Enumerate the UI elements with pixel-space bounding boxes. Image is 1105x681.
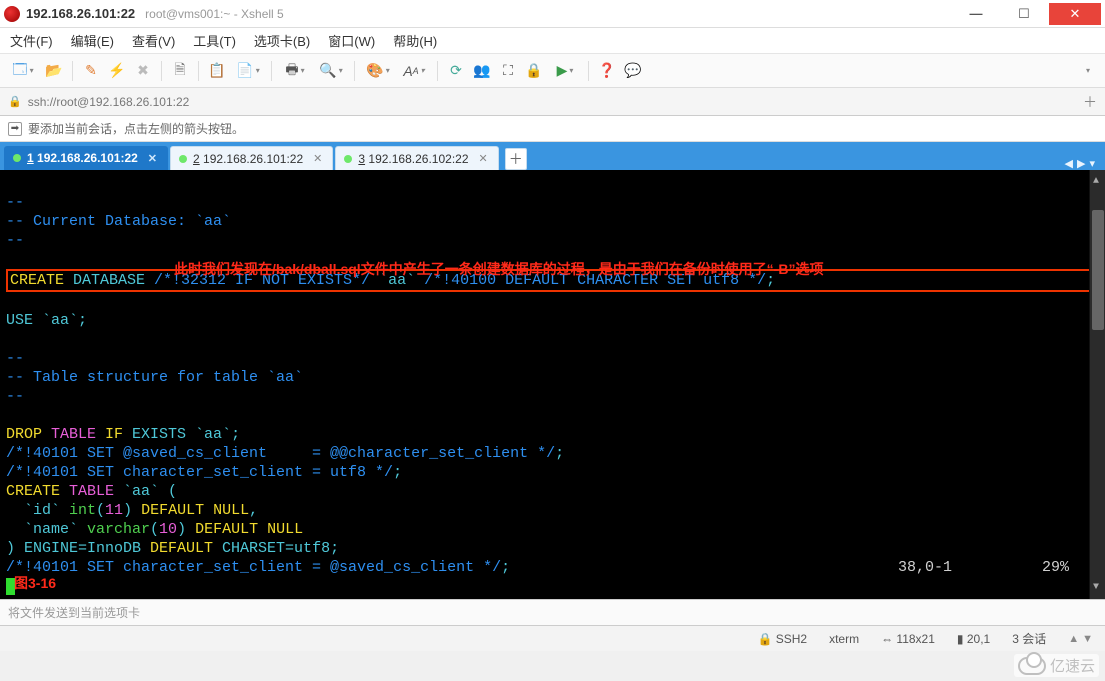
menu-edit[interactable]: 编辑(E) bbox=[71, 31, 114, 50]
separator bbox=[588, 61, 589, 81]
tab-label: 1 192.168.26.101:22 bbox=[27, 151, 138, 165]
status-size: ⇔ 118x21 bbox=[881, 632, 935, 646]
window-title-sub: root@vms001:~ - Xshell 5 bbox=[145, 7, 284, 21]
menu-tabs[interactable]: 选项卡(B) bbox=[254, 31, 310, 50]
users-button[interactable]: 👥 bbox=[470, 59, 494, 83]
status-termtype: xterm bbox=[829, 632, 859, 646]
separator bbox=[161, 61, 162, 81]
disconnect-button[interactable]: ✖ bbox=[131, 59, 155, 83]
window-title-ip: 192.168.26.101:22 bbox=[26, 6, 135, 21]
figure-caption: 图3-16 bbox=[14, 574, 56, 593]
status-cursor: ▮ 20,1 bbox=[957, 632, 990, 646]
hint-arrow-icon[interactable]: ➡ bbox=[8, 122, 22, 136]
command-input-bar[interactable]: 将文件发送到当前选项卡 bbox=[0, 599, 1105, 625]
status-dot-icon bbox=[179, 155, 187, 163]
toolbar-more-button[interactable]: ▾ bbox=[1075, 59, 1099, 83]
terminal-scrollbar[interactable]: ▲ ▼ bbox=[1089, 170, 1105, 599]
tab-label: 2 192.168.26.101:22 bbox=[193, 152, 303, 166]
minimize-button[interactable] bbox=[953, 3, 999, 25]
close-button[interactable] bbox=[1049, 3, 1101, 25]
hint-text: 要添加当前会话，点击左侧的箭头按钮。 bbox=[28, 120, 244, 137]
search-button[interactable]: 🔍▾ bbox=[314, 59, 348, 83]
lock-icon: 🔒 bbox=[8, 95, 22, 108]
fullscreen-button[interactable]: ⛶ bbox=[496, 59, 520, 83]
connect-button[interactable]: ⚡ bbox=[105, 59, 129, 83]
tab-label: 3 192.168.26.102:22 bbox=[358, 152, 468, 166]
watermark: 亿速云 bbox=[1014, 654, 1099, 677]
tab-next-icon[interactable]: ▶ bbox=[1077, 157, 1085, 170]
separator bbox=[437, 61, 438, 81]
tabs-navigation: ◀ ▶ ▾ bbox=[1065, 157, 1101, 170]
scroll-up-icon[interactable]: ▲ bbox=[1093, 172, 1099, 191]
status-protocol: 🔒 SSH2 bbox=[757, 632, 807, 646]
status-dot-icon bbox=[344, 155, 352, 163]
command-hint: 将文件发送到当前选项卡 bbox=[8, 604, 140, 621]
open-button[interactable]: 📂 bbox=[42, 59, 66, 83]
window-controls bbox=[951, 3, 1101, 25]
tab-menu-icon[interactable]: ▾ bbox=[1089, 157, 1095, 170]
app-icon bbox=[4, 6, 20, 22]
color-button[interactable]: 🎨▾ bbox=[361, 59, 395, 83]
tab-close-icon[interactable]: ✕ bbox=[148, 152, 157, 165]
new-session-button[interactable]: 🗔▾ bbox=[6, 59, 40, 83]
properties-button[interactable]: 🗎 bbox=[168, 59, 192, 83]
session-tab-3[interactable]: 3 192.168.26.102:22 ✕ bbox=[335, 146, 498, 170]
tabs-bar: 1 192.168.26.101:22 ✕ 2 192.168.26.101:2… bbox=[0, 142, 1105, 170]
session-tab-1[interactable]: 1 192.168.26.101:22 ✕ bbox=[4, 146, 168, 170]
terminal-status: 38,0-1 29% bbox=[898, 558, 1069, 577]
title-bar: 192.168.26.101:22 root@vms001:~ - Xshell… bbox=[0, 0, 1105, 28]
print-button[interactable]: 🖶▾ bbox=[278, 59, 312, 83]
maximize-button[interactable] bbox=[1001, 3, 1047, 25]
separator bbox=[198, 61, 199, 81]
menu-tools[interactable]: 工具(T) bbox=[193, 31, 236, 50]
scroll-down-icon[interactable]: ▼ bbox=[1093, 578, 1099, 597]
status-dot-icon bbox=[13, 154, 21, 162]
address-add-button[interactable]: ＋ bbox=[1083, 92, 1097, 112]
edit-button[interactable]: ✎ bbox=[79, 59, 103, 83]
arrow-up-icon[interactable]: ▲ bbox=[1068, 633, 1079, 645]
arrow-down-icon[interactable]: ▼ bbox=[1082, 633, 1093, 645]
separator bbox=[354, 61, 355, 81]
menu-file[interactable]: 文件(F) bbox=[10, 31, 53, 50]
cloud-icon bbox=[1018, 657, 1046, 675]
separator bbox=[72, 61, 73, 81]
terminal-view[interactable]: -- -- Current Database: `aa` -- CREATE D… bbox=[0, 170, 1105, 599]
tab-add-button[interactable]: ＋ bbox=[505, 148, 527, 170]
refresh-button[interactable]: ⟳ bbox=[444, 59, 468, 83]
status-arrows: ▲ ▼ bbox=[1068, 633, 1093, 645]
paste-button[interactable]: 📄▾ bbox=[231, 59, 265, 83]
watermark-text: 亿速云 bbox=[1050, 655, 1095, 676]
font-button[interactable]: AA▾ bbox=[397, 59, 431, 83]
toolbar: 🗔▾ 📂 ✎ ⚡ ✖ 🗎 📋 📄▾ 🖶▾ 🔍▾ 🎨▾ AA▾ ⟳ 👥 ⛶ 🔒 ▶… bbox=[0, 54, 1105, 88]
status-bar: 🔒 SSH2 xterm ⇔ 118x21 ▮ 20,1 3 会话 ▲ ▼ bbox=[0, 625, 1105, 651]
menu-help[interactable]: 帮助(H) bbox=[393, 31, 437, 50]
session-tab-2[interactable]: 2 192.168.26.101:22 ✕ bbox=[170, 146, 333, 170]
annotation-text: 此时我们发现在/bak/dball.sql文件中产生了一条创建数据库的过程，是由… bbox=[174, 260, 823, 279]
chat-button[interactable]: 💬 bbox=[621, 59, 645, 83]
help-button[interactable]: ❓ bbox=[595, 59, 619, 83]
address-text[interactable]: ssh://root@192.168.26.101:22 bbox=[28, 95, 190, 109]
run-button[interactable]: ▶▾ bbox=[548, 59, 582, 83]
status-sessions: 3 会话 bbox=[1012, 630, 1046, 647]
tab-close-icon[interactable]: ✕ bbox=[313, 152, 322, 165]
hint-bar: ➡ 要添加当前会话，点击左侧的箭头按钮。 bbox=[0, 116, 1105, 142]
menu-view[interactable]: 查看(V) bbox=[132, 31, 175, 50]
scrollbar-thumb[interactable] bbox=[1092, 210, 1104, 330]
lock-button[interactable]: 🔒 bbox=[522, 59, 546, 83]
copy-button[interactable]: 📋 bbox=[205, 59, 229, 83]
tab-close-icon[interactable]: ✕ bbox=[479, 152, 488, 165]
menu-window[interactable]: 窗口(W) bbox=[328, 31, 375, 50]
address-bar: 🔒 ssh://root@192.168.26.101:22 ＋ bbox=[0, 88, 1105, 116]
separator bbox=[271, 61, 272, 81]
menu-bar: 文件(F) 编辑(E) 查看(V) 工具(T) 选项卡(B) 窗口(W) 帮助(… bbox=[0, 28, 1105, 54]
tab-prev-icon[interactable]: ◀ bbox=[1065, 157, 1073, 170]
